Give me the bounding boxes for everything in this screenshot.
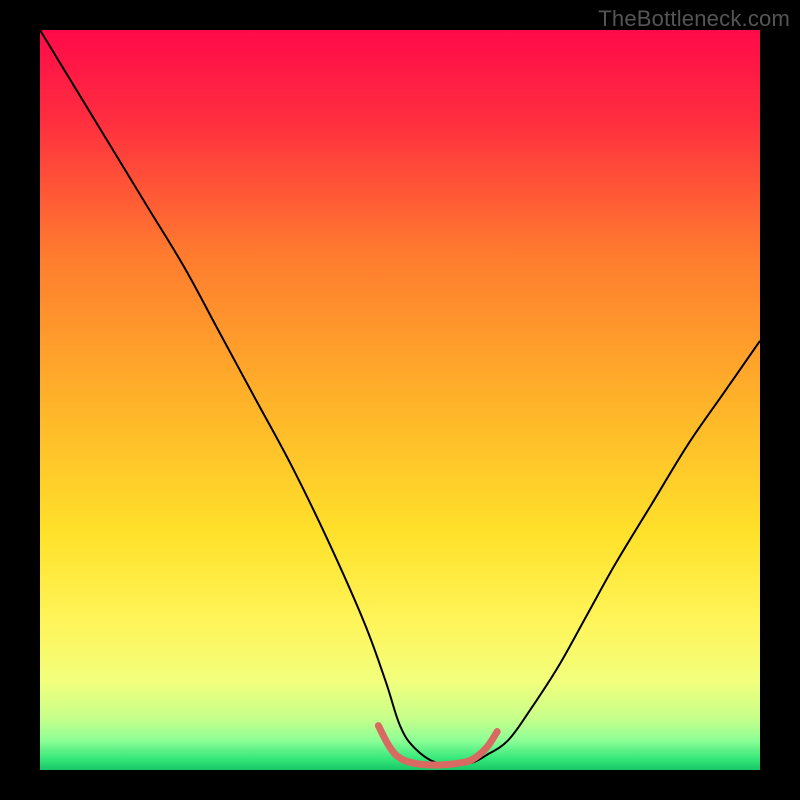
gradient-background [40, 30, 760, 770]
chart-frame: TheBottleneck.com [0, 0, 800, 800]
bottleneck-chart [0, 0, 800, 800]
watermark-text: TheBottleneck.com [598, 6, 790, 32]
